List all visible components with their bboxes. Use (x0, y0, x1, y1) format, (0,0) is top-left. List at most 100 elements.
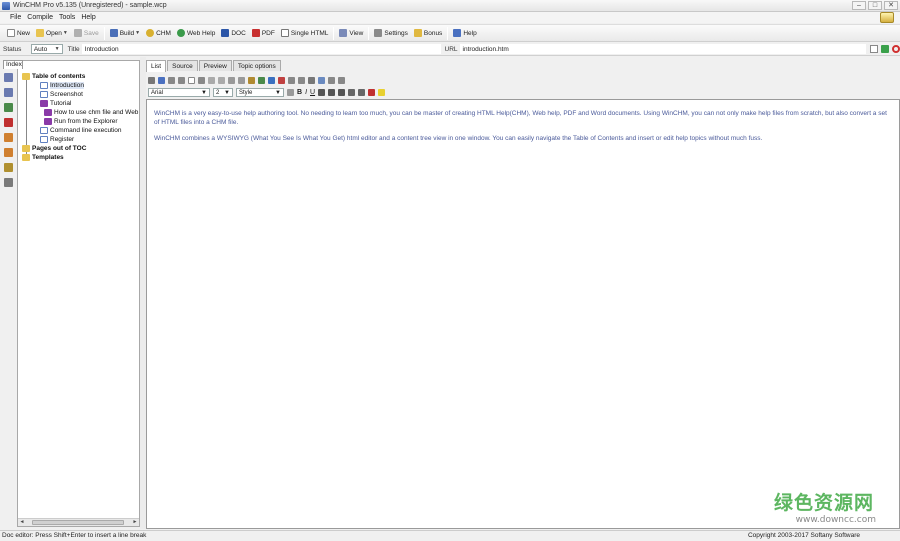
numbered-list-icon[interactable] (348, 89, 356, 96)
help-assistant-icon[interactable] (880, 12, 894, 23)
chm-button[interactable]: CHM (143, 26, 174, 41)
close-button[interactable]: ✕ (884, 1, 898, 10)
menu-tools[interactable]: Tools (56, 14, 78, 21)
bullet-list-icon[interactable] (358, 89, 366, 96)
title-input[interactable]: Introduction (81, 44, 441, 54)
align-right-icon[interactable] (338, 89, 346, 96)
sort-icon[interactable] (4, 163, 13, 172)
align-center-icon[interactable] (328, 89, 336, 96)
document-content[interactable]: WinCHM is a very easy-to-use help author… (146, 99, 900, 529)
menu-compile[interactable]: Compile (24, 14, 56, 21)
save-icon[interactable] (148, 77, 155, 84)
spellcheck-icon[interactable] (158, 77, 165, 84)
url-input[interactable]: introduction.htm (459, 44, 866, 54)
cut-icon[interactable] (228, 77, 235, 84)
size-select[interactable]: 2 ▼ (213, 88, 233, 97)
rows-icon[interactable] (338, 77, 345, 84)
menu-file[interactable]: File (7, 14, 24, 21)
tree-node-run-explorer[interactable]: Run from the Explorer (44, 118, 118, 125)
table-icon[interactable] (188, 77, 195, 84)
title-label: Title (67, 45, 80, 53)
webhelp-button[interactable]: Web Help (174, 26, 218, 41)
add-child-icon[interactable] (4, 88, 13, 97)
help-button[interactable]: Help (450, 26, 479, 41)
page-icon (40, 82, 48, 89)
paragraph-icon[interactable] (198, 77, 205, 84)
settings-icon (374, 29, 383, 37)
special-icon[interactable] (308, 77, 315, 84)
tree-node-tutorial[interactable]: Tutorial (40, 100, 71, 107)
scroll-right-icon[interactable]: ► (131, 519, 139, 526)
doc-button[interactable]: DOC (218, 26, 248, 41)
menu-bar: File Compile Tools Help (0, 12, 900, 23)
tab-list[interactable]: List (146, 60, 167, 72)
settings-button[interactable]: Settings (371, 26, 411, 41)
tree-node-templates[interactable]: Templates (22, 154, 64, 161)
delete-icon[interactable] (4, 118, 13, 127)
highlight-icon[interactable] (378, 89, 386, 96)
tree-node-command-line[interactable]: Command line execution (40, 127, 122, 134)
bonus-button[interactable]: Bonus (411, 26, 445, 41)
tab-preview[interactable]: Preview (198, 60, 232, 71)
hr-icon[interactable] (288, 77, 295, 84)
copy-icon[interactable] (238, 77, 245, 84)
watermark-logo: 绿色资源网 (773, 492, 874, 514)
add-topic-icon[interactable] (4, 73, 13, 82)
scroll-left-icon[interactable]: ◄ (18, 519, 26, 526)
tree-node-root[interactable]: Table of contents (22, 73, 85, 80)
bold-icon[interactable]: B (297, 89, 302, 96)
italic-icon[interactable]: I (305, 89, 307, 96)
columns-icon[interactable] (328, 77, 335, 84)
form-icon[interactable] (318, 77, 325, 84)
tree-node-register[interactable]: Register (40, 136, 74, 143)
pdf-button[interactable]: PDF (249, 26, 278, 41)
maximize-button[interactable]: □ (868, 1, 882, 10)
bookmark-icon[interactable] (278, 77, 285, 84)
save-button[interactable]: Save (71, 26, 102, 41)
minimize-button[interactable]: – (852, 1, 866, 10)
move-right-icon[interactable] (4, 148, 13, 157)
scroll-thumb[interactable] (32, 520, 124, 525)
font-select[interactable]: Arial ▼ (148, 88, 210, 97)
clear-format-icon[interactable] (287, 89, 294, 96)
hyperlink-icon[interactable] (268, 77, 275, 84)
tab-index[interactable]: Index (3, 60, 23, 69)
move-up-icon[interactable] (4, 103, 13, 112)
tree-node-how-to[interactable]: How to use chm file and Web Help (44, 109, 154, 116)
new-button[interactable]: New (4, 26, 33, 41)
status-select[interactable]: Auto ▼ (30, 44, 63, 54)
title-bar: WinCHM Pro v5.135 (Unregistered) - sampl… (0, 0, 900, 12)
style-select[interactable]: Style ▼ (236, 88, 284, 97)
image-icon[interactable] (258, 77, 265, 84)
menu-help[interactable]: Help (78, 14, 98, 21)
chevron-down-icon[interactable]: ▼ (135, 30, 140, 36)
symbol-icon[interactable] (298, 77, 305, 84)
page-icon[interactable] (869, 45, 878, 53)
bonus-folder-icon (413, 29, 422, 37)
redo-icon[interactable] (218, 77, 225, 84)
paste-icon[interactable] (248, 77, 255, 84)
build-icon (109, 29, 118, 37)
stop-icon[interactable] (891, 45, 900, 53)
book-icon (40, 100, 48, 107)
link-icon[interactable] (4, 178, 13, 187)
find-icon[interactable] (168, 77, 175, 84)
move-left-icon[interactable] (4, 133, 13, 142)
view-button[interactable]: View (336, 26, 366, 41)
tree-node-screenshot[interactable]: Screenshot (40, 91, 83, 98)
chevron-down-icon[interactable]: ▼ (63, 30, 68, 36)
tab-source[interactable]: Source (167, 60, 198, 71)
build-button[interactable]: Build ▼ (107, 26, 143, 41)
underline-icon[interactable]: U (310, 89, 315, 96)
check-icon[interactable] (880, 45, 889, 53)
undo-icon[interactable] (208, 77, 215, 84)
open-button[interactable]: Open ▼ (33, 26, 71, 41)
tree-node-introduction[interactable]: Introduction (40, 82, 84, 89)
tree-node-pages-out[interactable]: Pages out of TOC (22, 145, 86, 152)
font-color-icon[interactable] (368, 89, 376, 96)
align-left-icon[interactable] (318, 89, 326, 96)
replace-icon[interactable] (178, 77, 185, 84)
tab-topic-options[interactable]: Topic options (232, 60, 281, 71)
single-html-button[interactable]: Single HTML (278, 26, 332, 41)
tree-horizontal-scrollbar[interactable]: ◄ ► (18, 518, 139, 526)
